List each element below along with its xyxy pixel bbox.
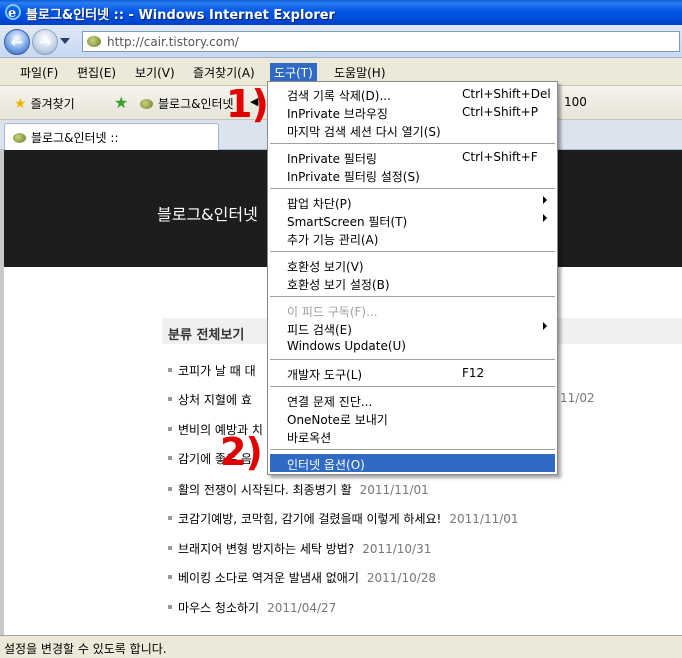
forward-button[interactable]: →: [32, 29, 58, 55]
bullet-icon: [168, 427, 172, 431]
status-text: 설정을 변경할 수 있도록 합니다.: [4, 642, 167, 656]
menu-item-reopen-session[interactable]: 마지막 검색 세션 다시 열기(S): [270, 121, 555, 139]
menu-separator: [270, 359, 555, 360]
status-bar: 설정을 변경할 수 있도록 합니다.: [0, 635, 682, 658]
menu-item-inprivate-browsing[interactable]: InPrivate 브라우징 Ctrl+Shift+P: [270, 103, 555, 121]
post-title[interactable]: 코감기예방, 코막힘, 감기에 걸렸을때 이렇게 하세요!: [178, 512, 441, 526]
post-date: 2011/04/27: [267, 601, 337, 615]
post-date: 2011/11/01: [449, 512, 519, 526]
post-date: 11/02: [560, 391, 595, 405]
title-bar: e 블로그&인터넷 :: - Windows Internet Explorer: [0, 0, 682, 25]
menu-separator: [270, 251, 555, 252]
browser-window: e 블로그&인터넷 :: - Windows Internet Explorer…: [0, 0, 682, 658]
zoom-level[interactable]: 100: [564, 95, 587, 109]
history-dropdown-icon[interactable]: [60, 38, 70, 44]
bullet-icon: [168, 516, 172, 520]
menu-item-internet-options[interactable]: 인터넷 옵션(O): [270, 454, 555, 472]
add-favorite-icon[interactable]: ★: [114, 93, 128, 112]
annotation-step-2: 2): [220, 430, 263, 474]
post-title[interactable]: 마우스 청소하기: [178, 601, 259, 615]
site-favicon-icon: [13, 133, 26, 143]
submenu-arrow-icon: [543, 196, 547, 204]
post-item[interactable]: 코감기예방, 코막힘, 감기에 걸렸을때 이렇게 하세요! 2011/11/01: [168, 510, 519, 527]
post-item[interactable]: 코피가 날 때 대: [168, 362, 256, 379]
blog-title[interactable]: 블로그&인터넷: [157, 201, 258, 225]
post-title[interactable]: 코피가 날 때 대: [178, 364, 256, 378]
post-date: 2011/10/31: [362, 542, 432, 556]
post-date: 2011/11/01: [359, 483, 429, 497]
post-title[interactable]: 활의 전쟁이 시작된다. 최종병기 활: [178, 483, 352, 497]
site-favicon-icon: [140, 99, 153, 109]
favorites-label: 즐겨찾기: [30, 97, 75, 111]
tab-blog[interactable]: 블로그&인터넷 ::: [4, 123, 219, 150]
submenu-arrow-icon: [543, 214, 547, 222]
site-favicon-icon: [87, 36, 101, 47]
menu-view[interactable]: 보기(V): [131, 63, 179, 82]
star-icon: ★: [14, 96, 27, 112]
bullet-icon: [168, 575, 172, 579]
bullet-icon: [168, 605, 172, 609]
bullet-icon: [168, 456, 172, 460]
post-item[interactable]: 베이킹 소다로 역겨운 발냄새 없애기 2011/10/28: [168, 569, 436, 586]
menu-item-popup-blocker[interactable]: 팝업 차단(P): [270, 193, 555, 211]
window-title: 블로그&인터넷 :: - Windows Internet Explorer: [26, 8, 335, 23]
menu-item-compat-view[interactable]: 호환성 보기(V): [270, 256, 555, 274]
url-input[interactable]: http://cair.tistory.com/: [82, 31, 680, 52]
tab-label: 블로그&인터넷 ::: [31, 131, 119, 145]
svg-text:e: e: [8, 6, 16, 21]
menu-item-baro-auction[interactable]: 바로옥션: [270, 427, 555, 445]
bullet-icon: [168, 368, 172, 372]
menu-separator: [270, 143, 555, 144]
bullet-icon: [168, 487, 172, 491]
menu-help[interactable]: 도움말(H): [330, 63, 390, 82]
back-arrow-icon: ←: [10, 33, 24, 51]
menu-item-diagnose-connection[interactable]: 연결 문제 진단...: [270, 391, 555, 409]
menu-item-inprivate-filtering[interactable]: InPrivate 필터링 Ctrl+Shift+F: [270, 148, 555, 166]
menu-item-windows-update[interactable]: Windows Update(U): [270, 337, 555, 355]
post-item[interactable]: 활의 전쟁이 시작된다. 최종병기 활 2011/11/01: [168, 481, 429, 498]
address-bar: ← → http://cair.tistory.com/: [0, 25, 682, 58]
post-title[interactable]: 상처 지혈에 효: [178, 393, 252, 407]
post-item[interactable]: 마우스 청소하기 2011/04/27: [168, 599, 336, 616]
menu-separator: [270, 386, 555, 387]
menu-item-compat-settings[interactable]: 호환성 보기 설정(B): [270, 274, 555, 292]
menu-file[interactable]: 파일(F): [16, 63, 62, 82]
menu-separator: [270, 296, 555, 297]
bullet-icon: [168, 397, 172, 401]
url-text: http://cair.tistory.com/: [107, 35, 239, 49]
menu-item-manage-addons[interactable]: 추가 기능 관리(A): [270, 229, 555, 247]
menu-tools[interactable]: 도구(T): [270, 63, 317, 82]
favorites-button[interactable]: ★ 즐겨찾기: [14, 95, 75, 112]
post-title[interactable]: 브래지어 변형 방지하는 세탁 방법?: [178, 542, 354, 556]
menu-item-delete-history[interactable]: 검색 기록 삭제(D)... Ctrl+Shift+Del: [270, 85, 555, 103]
post-item[interactable]: 브래지어 변형 방지하는 세탁 방법? 2011/10/31: [168, 540, 431, 557]
annotation-step-1: 1): [226, 82, 269, 126]
submenu-arrow-icon: [543, 322, 547, 330]
menu-favorites[interactable]: 즐겨찾기(A): [189, 63, 259, 82]
menu-item-smartscreen[interactable]: SmartScreen 필터(T): [270, 211, 555, 229]
favorite-link-label: 블로그&인터넷: [158, 97, 234, 111]
post-title[interactable]: 베이킹 소다로 역겨운 발냄새 없애기: [178, 571, 359, 585]
menu-item-subscribe-feed: 이 피드 구독(F)...: [287, 305, 378, 319]
ie-logo-icon: e: [5, 4, 21, 21]
menu-edit[interactable]: 편집(E): [73, 63, 120, 82]
bullet-icon: [168, 546, 172, 550]
menu-separator: [270, 188, 555, 189]
menu-item-inprivate-filter-settings[interactable]: InPrivate 필터링 설정(S): [270, 166, 555, 184]
post-item[interactable]: 상처 지혈에 효: [168, 391, 252, 408]
favorite-link[interactable]: 블로그&인터넷: [140, 95, 234, 112]
menu-separator: [270, 449, 555, 450]
menu-item-developer-tools[interactable]: 개발자 도구(L) F12: [270, 364, 555, 382]
forward-arrow-icon: →: [38, 33, 52, 51]
post-date: 2011/10/28: [366, 571, 437, 585]
menu-item-send-to-onenote[interactable]: OneNote로 보내기: [270, 409, 555, 427]
tools-dropdown-menu: 검색 기록 삭제(D)... Ctrl+Shift+Del InPrivate 브…: [267, 81, 558, 475]
menu-item-feed-discovery[interactable]: 피드 검색(E): [270, 319, 555, 337]
back-button[interactable]: ←: [4, 29, 30, 55]
category-title[interactable]: 분류 전체보기: [168, 324, 244, 343]
